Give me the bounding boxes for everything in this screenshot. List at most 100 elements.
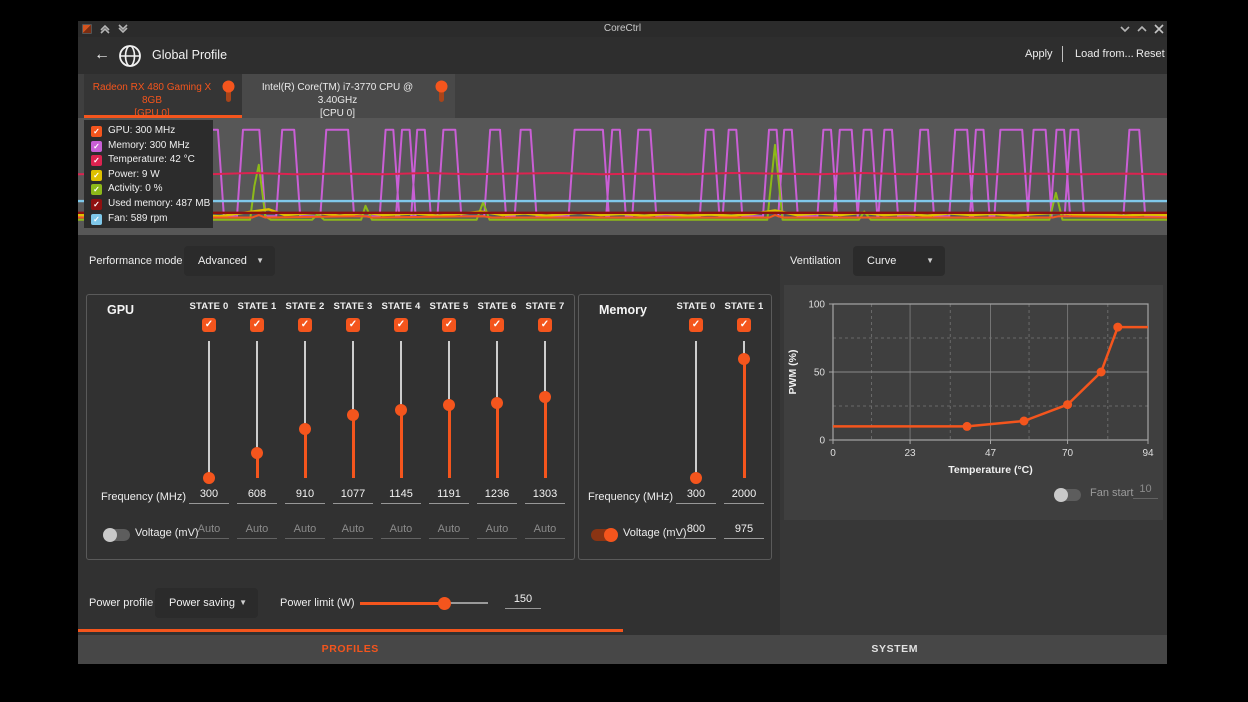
fan-curve-point[interactable] [1063, 400, 1072, 409]
gpu-frequency-input[interactable]: 1303 [525, 488, 565, 504]
memory-state-checkbox[interactable]: ✓ [737, 318, 751, 332]
device-tab-gpu[interactable]: Radeon RX 480 Gaming X 8GB[GPU 0] [84, 74, 242, 118]
power-limit-slider-fill [360, 602, 444, 605]
fan-curve-point[interactable] [1020, 417, 1029, 426]
legend-label: Memory: 300 MHz [108, 140, 190, 151]
gpu-voltage-input[interactable]: Auto [381, 523, 421, 539]
legend-checkbox[interactable]: ✓ [91, 155, 102, 166]
gpu-voltage-toggle[interactable] [104, 529, 130, 541]
gpu-slider-handle[interactable] [347, 409, 359, 421]
gpu-state-checkbox[interactable]: ✓ [202, 318, 216, 332]
header-separator [1062, 46, 1063, 62]
memory-frequency-input[interactable]: 300 [676, 488, 716, 504]
fan-curve-point[interactable] [963, 422, 972, 431]
fan-start-toggle[interactable] [1055, 489, 1081, 501]
fan-start-input[interactable]: 10 [1133, 483, 1158, 499]
monitor-series [78, 118, 1167, 235]
legend-checkbox[interactable]: ✓ [91, 141, 102, 152]
gpu-state-label: STATE 7 [517, 301, 573, 312]
ventilation-mode-value: Curve [867, 255, 896, 267]
gpu-slider-handle[interactable] [203, 472, 215, 484]
gpu-slider-handle[interactable] [395, 404, 407, 416]
fan-curve-point[interactable] [1113, 323, 1122, 332]
titlebar[interactable]: CoreCtrl [78, 21, 1167, 37]
power-limit-input[interactable]: 150 [505, 593, 541, 609]
toggle-knob [1054, 488, 1068, 502]
gpu-state-checkbox[interactable]: ✓ [394, 318, 408, 332]
gpu-voltage-input[interactable]: Auto [333, 523, 373, 539]
memory-voltage-input[interactable]: 975 [724, 523, 764, 539]
legend-checkbox[interactable]: ✓ [91, 184, 102, 195]
legend-item: ✓Temperature: 42 °C [91, 154, 213, 169]
monitor-legend: ✓GPU: 300 MHz✓Memory: 300 MHz✓Temperatur… [84, 120, 213, 228]
gpu-state-checkbox[interactable]: ✓ [250, 318, 264, 332]
monitor-chart: ✓GPU: 300 MHz✓Memory: 300 MHz✓Temperatur… [78, 118, 1167, 235]
legend-checkbox[interactable]: ✓ [91, 126, 102, 137]
legend-label: Power: 9 W [108, 169, 160, 180]
gpu-voltage-input[interactable]: Auto [525, 523, 565, 539]
fan-x-tick: 94 [1142, 448, 1154, 459]
fan-curve-point[interactable] [1097, 368, 1106, 377]
chevron-down-icon[interactable] [1118, 23, 1132, 35]
gpu-frequency-input[interactable]: 1145 [381, 488, 421, 504]
device-tabbar: Radeon RX 480 Gaming X 8GB[GPU 0]Intel(R… [78, 74, 1167, 118]
chevron-up-icon[interactable] [1135, 23, 1149, 35]
gpu-frequency-input[interactable]: 1077 [333, 488, 373, 504]
memory-slider-track[interactable] [695, 341, 697, 478]
legend-checkbox[interactable]: ✓ [91, 170, 102, 181]
close-icon[interactable] [1152, 23, 1166, 35]
gpu-voltage-input[interactable]: Auto [189, 523, 229, 539]
memory-frequency-input[interactable]: 2000 [724, 488, 764, 504]
memory-voltage-toggle[interactable] [591, 529, 617, 541]
gpu-state-checkbox[interactable]: ✓ [298, 318, 312, 332]
gpu-slider-handle[interactable] [299, 423, 311, 435]
performance-mode-dropdown[interactable]: Advanced ▼ [184, 246, 275, 276]
gpu-frequency-input[interactable]: 910 [285, 488, 325, 504]
memory-slider-handle[interactable] [690, 472, 702, 484]
gpu-voltage-input[interactable]: Auto [477, 523, 517, 539]
memory-voltage-input[interactable]: 800 [676, 523, 716, 539]
apply-button[interactable]: Apply [1025, 48, 1053, 60]
app-window: CoreCtrl ← Global Profile Apply Load fro… [78, 21, 1167, 664]
gpu-state-checkbox[interactable]: ✓ [538, 318, 552, 332]
bottom-tabbar: PROFILESSYSTEM [78, 635, 1167, 664]
memory-frequency-label: Frequency (MHz) [579, 491, 673, 503]
gpu-slider-handle[interactable] [539, 391, 551, 403]
legend-checkbox[interactable]: ✓ [91, 199, 102, 210]
gpu-frequency-input[interactable]: 1236 [477, 488, 517, 504]
gpu-state-checkbox[interactable]: ✓ [442, 318, 456, 332]
gpu-voltage-input[interactable]: Auto [429, 523, 469, 539]
gpu-slider-track[interactable] [208, 341, 210, 478]
ventilation-panel: Ventilation Curve ▼ 023477094050100Tempe… [780, 235, 1167, 635]
gpu-slider-handle[interactable] [443, 399, 455, 411]
memory-slider-handle[interactable] [738, 353, 750, 365]
gpu-voltage-input[interactable]: Auto [237, 523, 277, 539]
power-profile-label: Power profile [89, 597, 153, 609]
fan-curve-chart[interactable]: 023477094050100Temperature (°C)PWM (%) [784, 285, 1163, 475]
performance-mode-value: Advanced [198, 255, 247, 267]
memory-state-checkbox[interactable]: ✓ [689, 318, 703, 332]
gpu-frequency-input[interactable]: 1191 [429, 488, 469, 504]
device-tab-cpu[interactable]: Intel(R) Core(TM) i7-3770 CPU @ 3.40GHz[… [242, 74, 455, 118]
gpu-state-checkbox[interactable]: ✓ [490, 318, 504, 332]
back-button[interactable]: ← [90, 43, 114, 67]
gpu-slider-handle[interactable] [251, 447, 263, 459]
ventilation-mode-dropdown[interactable]: Curve ▼ [853, 246, 945, 276]
gpu-state-checkbox[interactable]: ✓ [346, 318, 360, 332]
device-tab-line1: Intel(R) Core(TM) i7-3770 CPU @ 3.40GHz [242, 81, 455, 107]
legend-item: ✓Used memory: 487 MB [91, 198, 213, 213]
globe-icon [118, 44, 142, 68]
gpu-frequency-input[interactable]: 300 [189, 488, 229, 504]
gpu-voltage-input[interactable]: Auto [285, 523, 325, 539]
power-limit-slider-handle[interactable] [438, 597, 451, 610]
bottom-tab-profiles[interactable]: PROFILES [78, 635, 623, 664]
load-from-button[interactable]: Load from... [1075, 48, 1134, 60]
gpu-group-title: GPU [107, 303, 134, 317]
gpu-frequency-input[interactable]: 608 [237, 488, 277, 504]
gpu-slider-handle[interactable] [491, 397, 503, 409]
fan-x-axis-label: Temperature (°C) [948, 464, 1033, 475]
reset-button[interactable]: Reset [1136, 48, 1165, 60]
legend-checkbox[interactable]: ✓ [91, 214, 102, 225]
power-profile-dropdown[interactable]: Power saving ▼ [155, 588, 258, 618]
bottom-tab-system[interactable]: SYSTEM [623, 635, 1168, 664]
